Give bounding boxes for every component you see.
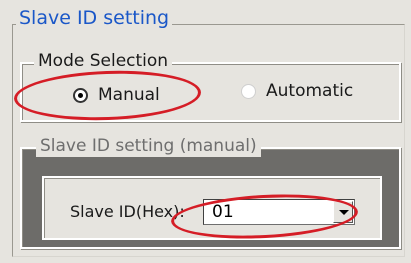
panel-title: Slave ID setting [16, 6, 173, 30]
radio-selected-icon[interactable] [73, 88, 88, 103]
slave-id-manual-title: Slave ID setting (manual) [36, 135, 261, 157]
radio-unselected-icon[interactable] [241, 84, 256, 99]
slave-id-select[interactable]: 01 [203, 199, 355, 225]
manual-radio-label[interactable]: Manual [98, 84, 160, 106]
mode-selection-title: Mode Selection [34, 50, 173, 72]
slave-id-field-label: Slave ID(Hex): [70, 202, 185, 221]
slave-id-select-value: 01 [212, 202, 234, 222]
automatic-radio-label[interactable]: Automatic [266, 80, 353, 102]
dropdown-arrow-icon[interactable] [333, 201, 353, 223]
